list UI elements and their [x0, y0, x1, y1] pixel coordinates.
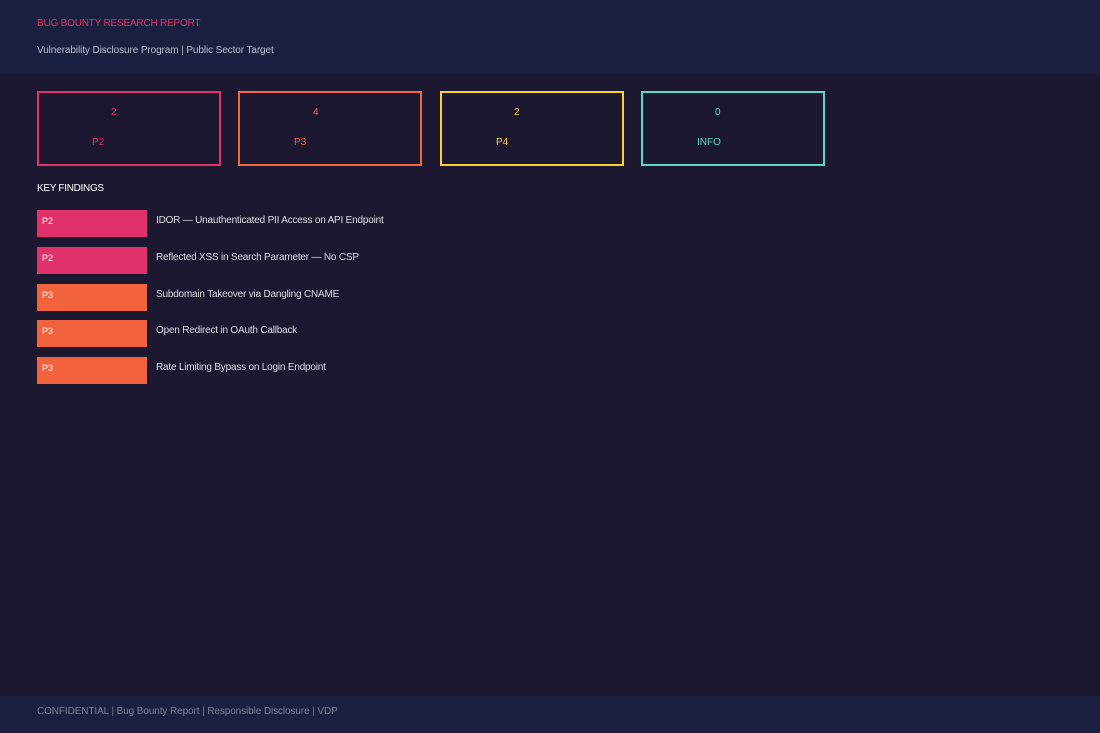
- finding-row: P3 Open Redirect in OAuth Callback: [37, 320, 637, 347]
- finding-row: P2 Reflected XSS in Search Parameter — N…: [37, 247, 637, 274]
- finding-row: P2 IDOR — Unauthenticated PII Access on …: [37, 210, 637, 237]
- finding-title: IDOR — Unauthenticated PII Access on API…: [156, 215, 384, 226]
- finding-title: Reflected XSS in Search Parameter — No C…: [156, 252, 359, 263]
- priority-badge: P3: [37, 320, 147, 347]
- stat-count: 2: [514, 107, 520, 118]
- report-title: BUG BOUNTY RESEARCH REPORT: [37, 18, 201, 29]
- stat-level: P4: [496, 137, 509, 148]
- footer-text: CONFIDENTIAL | Bug Bounty Report | Respo…: [37, 706, 338, 717]
- priority-badge: P2: [37, 210, 147, 237]
- finding-title: Subdomain Takeover via Dangling CNAME: [156, 289, 340, 300]
- stat-count: 4: [313, 107, 319, 118]
- stat-count: 2: [111, 107, 117, 118]
- stat-card-p3: 4 P3: [238, 91, 422, 166]
- report-header: BUG BOUNTY RESEARCH REPORT Vulnerability…: [0, 0, 1100, 74]
- priority-badge: P3: [37, 284, 147, 311]
- finding-title: Rate Limiting Bypass on Login Endpoint: [156, 362, 326, 373]
- priority-badge: P3: [37, 357, 147, 384]
- stat-level: INFO: [697, 137, 721, 148]
- finding-title: Open Redirect in OAuth Callback: [156, 325, 298, 336]
- stat-level: P3: [294, 137, 307, 148]
- finding-row: P3 Rate Limiting Bypass on Login Endpoin…: [37, 357, 637, 384]
- stat-card-info: 0 INFO: [641, 91, 825, 166]
- key-findings-heading: KEY FINDINGS: [37, 183, 104, 194]
- stat-level: P2: [92, 137, 105, 148]
- stat-card-p4: 2 P4: [440, 91, 624, 166]
- report-footer: CONFIDENTIAL | Bug Bounty Report | Respo…: [0, 696, 1100, 733]
- report-subtitle: Vulnerability Disclosure Program | Publi…: [37, 45, 274, 56]
- stat-count: 0: [715, 107, 721, 118]
- priority-badge: P2: [37, 247, 147, 274]
- stat-card-p2: 2 P2: [37, 91, 221, 166]
- finding-row: P3 Subdomain Takeover via Dangling CNAME: [37, 284, 637, 311]
